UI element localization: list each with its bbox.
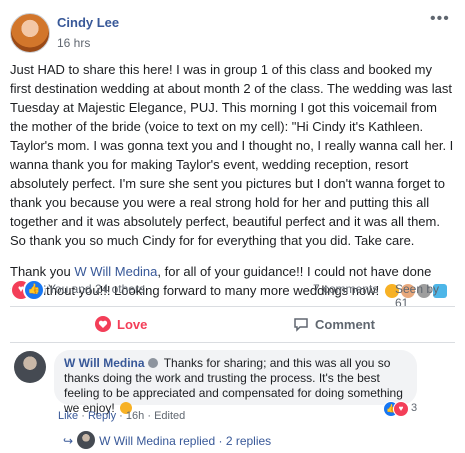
verified-badge-icon bbox=[147, 358, 158, 368]
post-timestamp[interactable]: 16 hrs bbox=[57, 36, 90, 50]
separator: · bbox=[81, 410, 85, 422]
comment-time[interactable]: 16h bbox=[126, 410, 144, 422]
comment-reaction-count: 3 bbox=[411, 402, 418, 414]
reply-arrow-icon: ↪ bbox=[63, 434, 74, 448]
love-button[interactable]: Love bbox=[95, 311, 147, 339]
post-paragraph-1: Just HAD to share this here! I was in gr… bbox=[10, 62, 454, 248]
love-icon bbox=[95, 316, 111, 332]
comment-author[interactable]: W Will Medina bbox=[64, 356, 145, 370]
author-avatar[interactable] bbox=[10, 13, 50, 53]
comments-count[interactable]: 7 comments bbox=[313, 282, 378, 296]
reply-count: 2 replies bbox=[225, 434, 272, 448]
view-replies-link[interactable]: ↪ W Will Medina replied · 2 replies bbox=[63, 431, 271, 449]
separator: · bbox=[147, 410, 151, 422]
reactions-bar: ♥ 👍 You and 24 others 7 comments Seen by… bbox=[10, 279, 455, 310]
comment-label: Comment bbox=[315, 317, 375, 332]
divider bbox=[10, 342, 455, 343]
paragraph-text: Thank you bbox=[10, 264, 75, 279]
love-label: Love bbox=[117, 317, 148, 332]
reply-avatar bbox=[77, 431, 96, 449]
comment-actions: Like · Reply · 16h · Edited bbox=[58, 410, 185, 422]
divider bbox=[10, 306, 455, 307]
comment-bubble: W Will Medina Thanks for sharing; and th… bbox=[54, 350, 417, 415]
post-body: Just HAD to share this here! I was in gr… bbox=[10, 60, 455, 313]
more-options-icon[interactable]: ••• bbox=[430, 10, 450, 28]
facebook-post: Cindy Lee 16 hrs ••• Just HAD to share t… bbox=[0, 0, 465, 453]
commenter-avatar[interactable] bbox=[14, 351, 46, 383]
comment-button[interactable]: Comment bbox=[293, 311, 375, 339]
comment-like-link[interactable]: Like bbox=[58, 410, 78, 422]
reply-author: W Will Medina bbox=[99, 434, 176, 448]
reply-verb: replied bbox=[179, 434, 216, 448]
comment-edited[interactable]: Edited bbox=[154, 410, 185, 422]
love-reaction-icon: ♥ bbox=[393, 401, 409, 417]
post-author[interactable]: Cindy Lee bbox=[57, 15, 119, 30]
separator: · bbox=[218, 434, 223, 448]
separator: · bbox=[119, 410, 123, 422]
reactions-summary[interactable]: You and 24 others bbox=[48, 282, 145, 296]
comment-icon bbox=[294, 318, 308, 332]
mention-link[interactable]: W Will Medina bbox=[74, 264, 157, 279]
comment-reply-link[interactable]: Reply bbox=[88, 410, 116, 422]
like-reaction-icon: 👍 bbox=[23, 279, 45, 301]
